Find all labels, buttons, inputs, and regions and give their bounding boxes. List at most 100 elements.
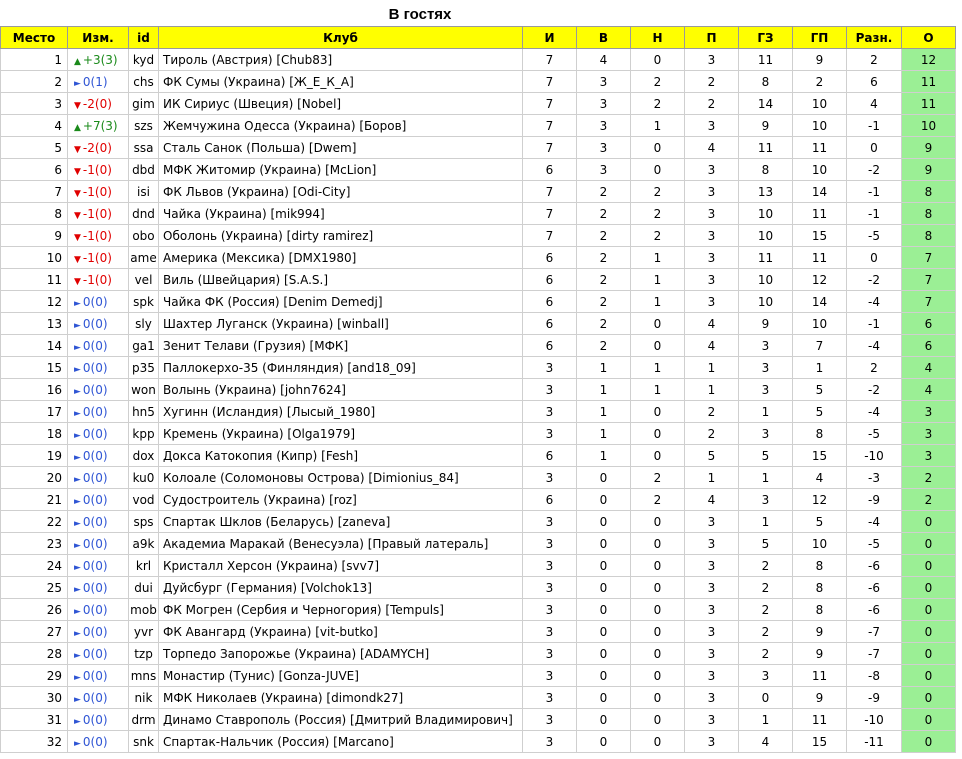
place-cell: 18	[0, 422, 68, 445]
change-value: 0(0)	[82, 426, 108, 441]
id-cell: hn5	[128, 400, 159, 423]
club-cell: Судостроитель (Украина) [roz]	[158, 488, 523, 511]
club-cell: Спартак-Нальчик (Россия) [Marcano]	[158, 730, 523, 753]
change-value: 0(0)	[82, 624, 108, 639]
place-cell: 5	[0, 136, 68, 159]
draws-cell: 2	[630, 224, 685, 247]
games-cell: 6	[522, 488, 577, 511]
goal-difference-cell: -6	[846, 576, 902, 599]
losses-cell: 4	[684, 488, 739, 511]
losses-cell: 2	[684, 70, 739, 93]
id-cell: nik	[128, 686, 159, 709]
place-cell: 23	[0, 532, 68, 555]
id-cell: vel	[128, 268, 159, 291]
change-value: 0(0)	[82, 294, 108, 309]
losses-cell: 3	[684, 620, 739, 643]
goals-for-cell: 14	[738, 92, 793, 115]
change-value: 0(0)	[82, 316, 108, 331]
goals-for-cell: 10	[738, 268, 793, 291]
losses-cell: 4	[684, 136, 739, 159]
header-losses[interactable]: П	[684, 26, 739, 49]
goal-difference-cell: -1	[846, 180, 902, 203]
id-cell: krl	[128, 554, 159, 577]
change-value: 0(0)	[82, 558, 108, 573]
goals-against-cell: 5	[792, 510, 847, 533]
id-cell: yvr	[128, 620, 159, 643]
id-cell: p35	[128, 356, 159, 379]
header-goals-for[interactable]: ГЗ	[738, 26, 793, 49]
up-arrow-icon: ▲	[74, 122, 81, 133]
id-cell: chs	[128, 70, 159, 93]
header-goals-against[interactable]: ГП	[792, 26, 847, 49]
table-row: 15 ► 0(0) p35 Паллокерхо-35 (Финляндия) [and…	[0, 356, 956, 379]
place-cell: 28	[0, 642, 68, 665]
place-cell: 2	[0, 70, 68, 93]
down-arrow-icon: ▼	[74, 144, 81, 155]
losses-cell: 3	[684, 114, 739, 137]
points-cell: 7	[901, 246, 956, 269]
change-cell: ► 0(0)	[67, 664, 129, 687]
draws-cell: 1	[630, 114, 685, 137]
change-value: 0(0)	[82, 734, 108, 749]
club-cell: ФК Львов (Украина) [Odi-City]	[158, 180, 523, 203]
goal-difference-cell: -4	[846, 510, 902, 533]
club-cell: МФК Николаев (Украина) [dimondk27]	[158, 686, 523, 709]
change-value: 0(0)	[82, 382, 108, 397]
club-cell: ФК Авангард (Украина) [vit-butko]	[158, 620, 523, 643]
goal-difference-cell: -4	[846, 290, 902, 313]
goals-for-cell: 8	[738, 158, 793, 181]
header-club[interactable]: Клуб	[158, 26, 523, 49]
goal-difference-cell: -2	[846, 158, 902, 181]
goals-against-cell: 11	[792, 664, 847, 687]
header-id[interactable]: id	[128, 26, 159, 49]
draws-cell: 0	[630, 730, 685, 753]
goals-against-cell: 8	[792, 576, 847, 599]
table-row: 21 ► 0(0) vod Судостроитель (Украина) [roz] 6…	[0, 488, 956, 511]
goal-difference-cell: -11	[846, 730, 902, 753]
change-cell: ▼ -1(0)	[67, 158, 129, 181]
place-cell: 15	[0, 356, 68, 379]
wins-cell: 2	[576, 246, 631, 269]
change-value: -1(0)	[82, 228, 112, 243]
losses-cell: 2	[684, 400, 739, 423]
games-cell: 7	[522, 180, 577, 203]
goals-against-cell: 5	[792, 378, 847, 401]
goals-against-cell: 10	[792, 92, 847, 115]
losses-cell: 1	[684, 378, 739, 401]
goals-against-cell: 15	[792, 224, 847, 247]
right-arrow-icon: ►	[74, 430, 81, 441]
id-cell: kyd	[128, 48, 159, 71]
games-cell: 3	[522, 642, 577, 665]
games-cell: 6	[522, 334, 577, 357]
header-goal-difference[interactable]: Разн.	[846, 26, 902, 49]
points-cell: 4	[901, 378, 956, 401]
club-cell: МФК Житомир (Украина) [McLion]	[158, 158, 523, 181]
right-arrow-icon: ►	[74, 584, 81, 595]
header-change[interactable]: Изм.	[67, 26, 129, 49]
club-cell: Зенит Телави (Грузия) [МФК]	[158, 334, 523, 357]
games-cell: 6	[522, 312, 577, 335]
goals-for-cell: 3	[738, 334, 793, 357]
points-cell: 0	[901, 554, 956, 577]
goal-difference-cell: -2	[846, 268, 902, 291]
header-place[interactable]: Место	[0, 26, 68, 49]
draws-cell: 0	[630, 642, 685, 665]
draws-cell: 0	[630, 136, 685, 159]
header-games[interactable]: И	[522, 26, 577, 49]
draws-cell: 2	[630, 70, 685, 93]
games-cell: 6	[522, 158, 577, 181]
points-cell: 9	[901, 158, 956, 181]
header-points[interactable]: О	[901, 26, 956, 49]
games-cell: 3	[522, 686, 577, 709]
goal-difference-cell: -8	[846, 664, 902, 687]
right-arrow-icon: ►	[74, 474, 81, 485]
change-cell: ► 0(0)	[67, 554, 129, 577]
games-cell: 7	[522, 48, 577, 71]
games-cell: 6	[522, 268, 577, 291]
draws-cell: 0	[630, 554, 685, 577]
draws-cell: 0	[630, 664, 685, 687]
change-value: +3(3)	[82, 52, 118, 67]
header-wins[interactable]: В	[576, 26, 631, 49]
header-draws[interactable]: Н	[630, 26, 685, 49]
goal-difference-cell: -10	[846, 708, 902, 731]
